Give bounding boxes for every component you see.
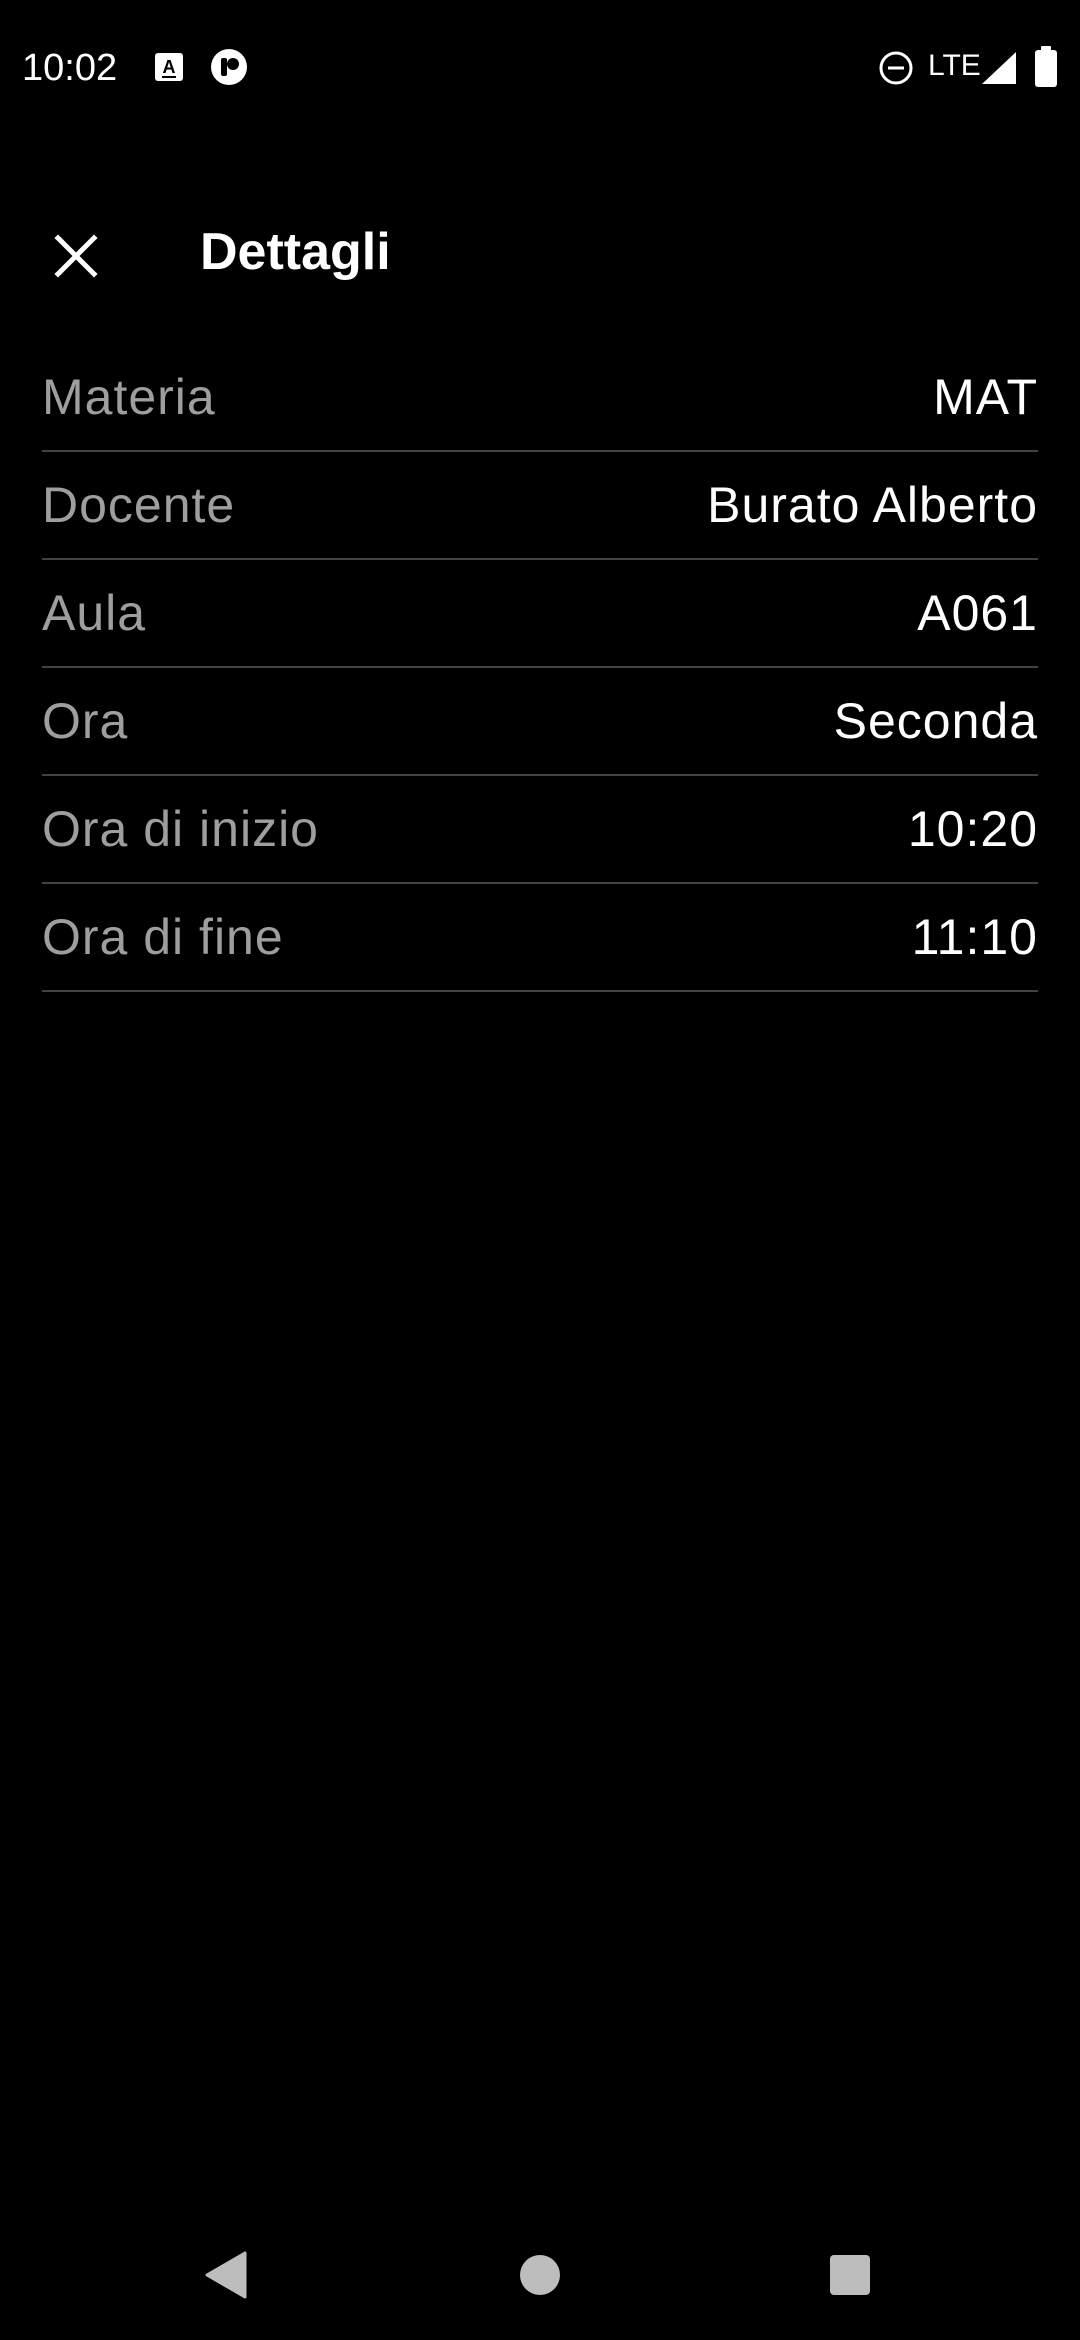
page-title: Dettagli [200,223,391,281]
detail-row-ora: Ora Seconda [42,668,1038,776]
navigation-bar [0,2220,1080,2340]
status-bar: 10:02 A LTE [0,0,1080,136]
back-button[interactable] [166,2220,286,2330]
detail-row-docente: Docente Burato Alberto [42,452,1038,560]
text-a-icon: A [155,53,183,81]
battery-icon [1035,46,1057,87]
svg-text:A: A [163,57,176,77]
close-button[interactable] [36,216,116,296]
detail-value: Burato Alberto [707,477,1038,533]
detail-label: Aula [42,585,147,641]
recents-button[interactable] [790,2220,910,2330]
status-time: 10:02 [22,47,118,89]
do-not-disturb-icon [879,51,913,85]
detail-label: Docente [42,477,236,533]
detail-label: Ora [42,693,129,749]
detail-row-ora-fine: Ora di fine 11:10 [42,884,1038,992]
detail-value: Seconda [833,693,1038,749]
home-button[interactable] [480,2220,600,2330]
detail-value: MAT [933,369,1038,425]
back-icon [205,2251,247,2299]
app-bar: Dettagli [0,190,1080,310]
app-notification-icon [211,49,247,85]
home-icon [520,2255,560,2295]
recents-icon [830,2255,870,2295]
detail-value: 11:10 [911,909,1038,965]
signal-icon [982,52,1016,84]
detail-row-ora-inizio: Ora di inizio 10:20 [42,776,1038,884]
detail-row-aula: Aula A061 [42,560,1038,668]
detail-label: Ora di fine [42,909,284,965]
detail-list: Materia MAT Docente Burato Alberto Aula … [42,344,1038,992]
close-icon [54,234,98,278]
network-type: LTE [928,49,981,82]
detail-label: Ora di inizio [42,801,319,857]
detail-value: 10:20 [907,801,1038,857]
detail-label: Materia [42,369,216,425]
detail-value: A061 [917,585,1038,641]
detail-row-materia: Materia MAT [42,344,1038,452]
